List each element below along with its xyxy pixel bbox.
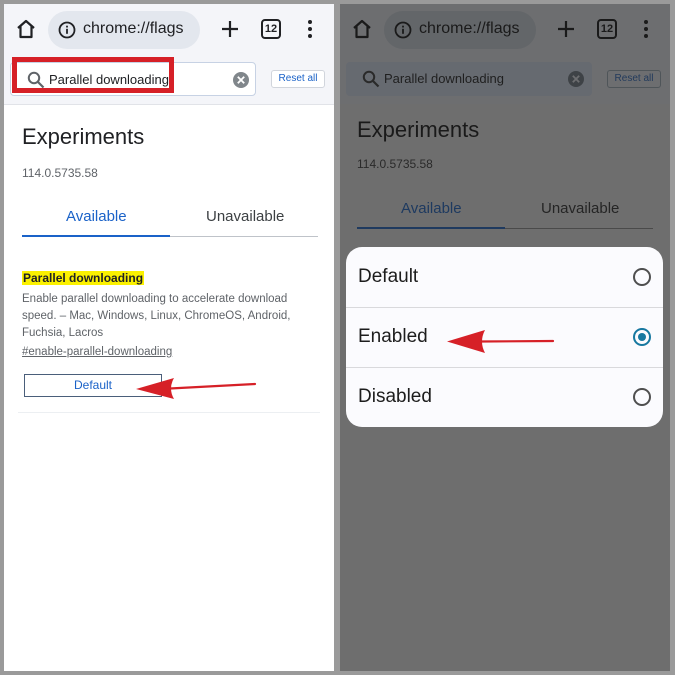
version-label: 114.0.5735.58 [357,157,433,171]
home-icon[interactable] [14,17,38,41]
page-title: Experiments [22,124,145,149]
info-icon[interactable] [394,21,412,39]
option-label: Default [358,266,419,287]
radio-button-selected[interactable] [633,328,651,346]
option-label: Enabled [358,326,428,347]
more-vert-icon[interactable] [638,17,654,41]
search-input[interactable]: Parallel downloading [346,62,592,96]
tab-unavailable[interactable]: Unavailable [206,208,284,225]
clear-search-icon[interactable] [567,70,585,88]
experiment-name: Parallel downloading [22,271,145,285]
radio-dot [638,333,646,341]
red-arrow-annotation [447,330,555,353]
search-icon [362,70,380,88]
red-arrow-annotation [136,378,257,399]
url-text: chrome://flags [419,20,520,37]
tab-switcher-button[interactable]: 12 [597,19,617,39]
tab-available[interactable]: Available [401,200,462,217]
page-title: Experiments [357,117,480,142]
state-options-dialog: Default Enabled Disabled [346,247,663,427]
radio-button[interactable] [633,388,651,406]
reset-all-button[interactable]: Reset all [607,70,661,88]
experiment-divider [18,412,320,413]
experiment-description: Enable parallel downloading to accelerat… [22,293,291,339]
version-label: 114.0.5735.58 [22,166,98,180]
home-icon[interactable] [350,17,374,41]
tab-unavailable[interactable]: Unavailable [541,200,619,217]
active-tab-indicator [357,227,505,229]
new-tab-icon[interactable] [554,17,578,41]
reset-all-button[interactable]: Reset all [271,70,325,88]
left-screenshot-panel: chrome://flags 12 Parallel downloading R… [4,4,334,671]
flags-search-row: Parallel downloading Reset all [340,56,670,104]
option-label: Disabled [358,386,432,407]
experiment-permalink[interactable]: #enable-parallel-downloading [22,346,172,358]
address-bar[interactable]: chrome://flags [384,11,536,49]
active-tab-indicator [22,235,170,237]
address-bar[interactable]: chrome://flags [48,11,200,49]
option-default[interactable]: Default [346,247,663,307]
option-disabled[interactable]: Disabled [346,367,663,427]
right-screenshot-panel: chrome://flags 12 Parallel downloading R… [340,4,670,671]
search-value: Parallel downloading [384,71,504,86]
info-icon[interactable] [58,21,76,39]
new-tab-icon[interactable] [218,17,242,41]
browser-toolbar: chrome://flags 12 [340,4,670,56]
tab-switcher-button[interactable]: 12 [261,19,281,39]
clear-search-icon[interactable] [232,71,250,89]
more-vert-icon[interactable] [302,17,318,41]
browser-toolbar: chrome://flags 12 [4,4,334,56]
search-highlight-annotation [12,57,174,93]
url-text: chrome://flags [83,20,184,37]
radio-button[interactable] [633,268,651,286]
tab-available[interactable]: Available [66,208,127,225]
